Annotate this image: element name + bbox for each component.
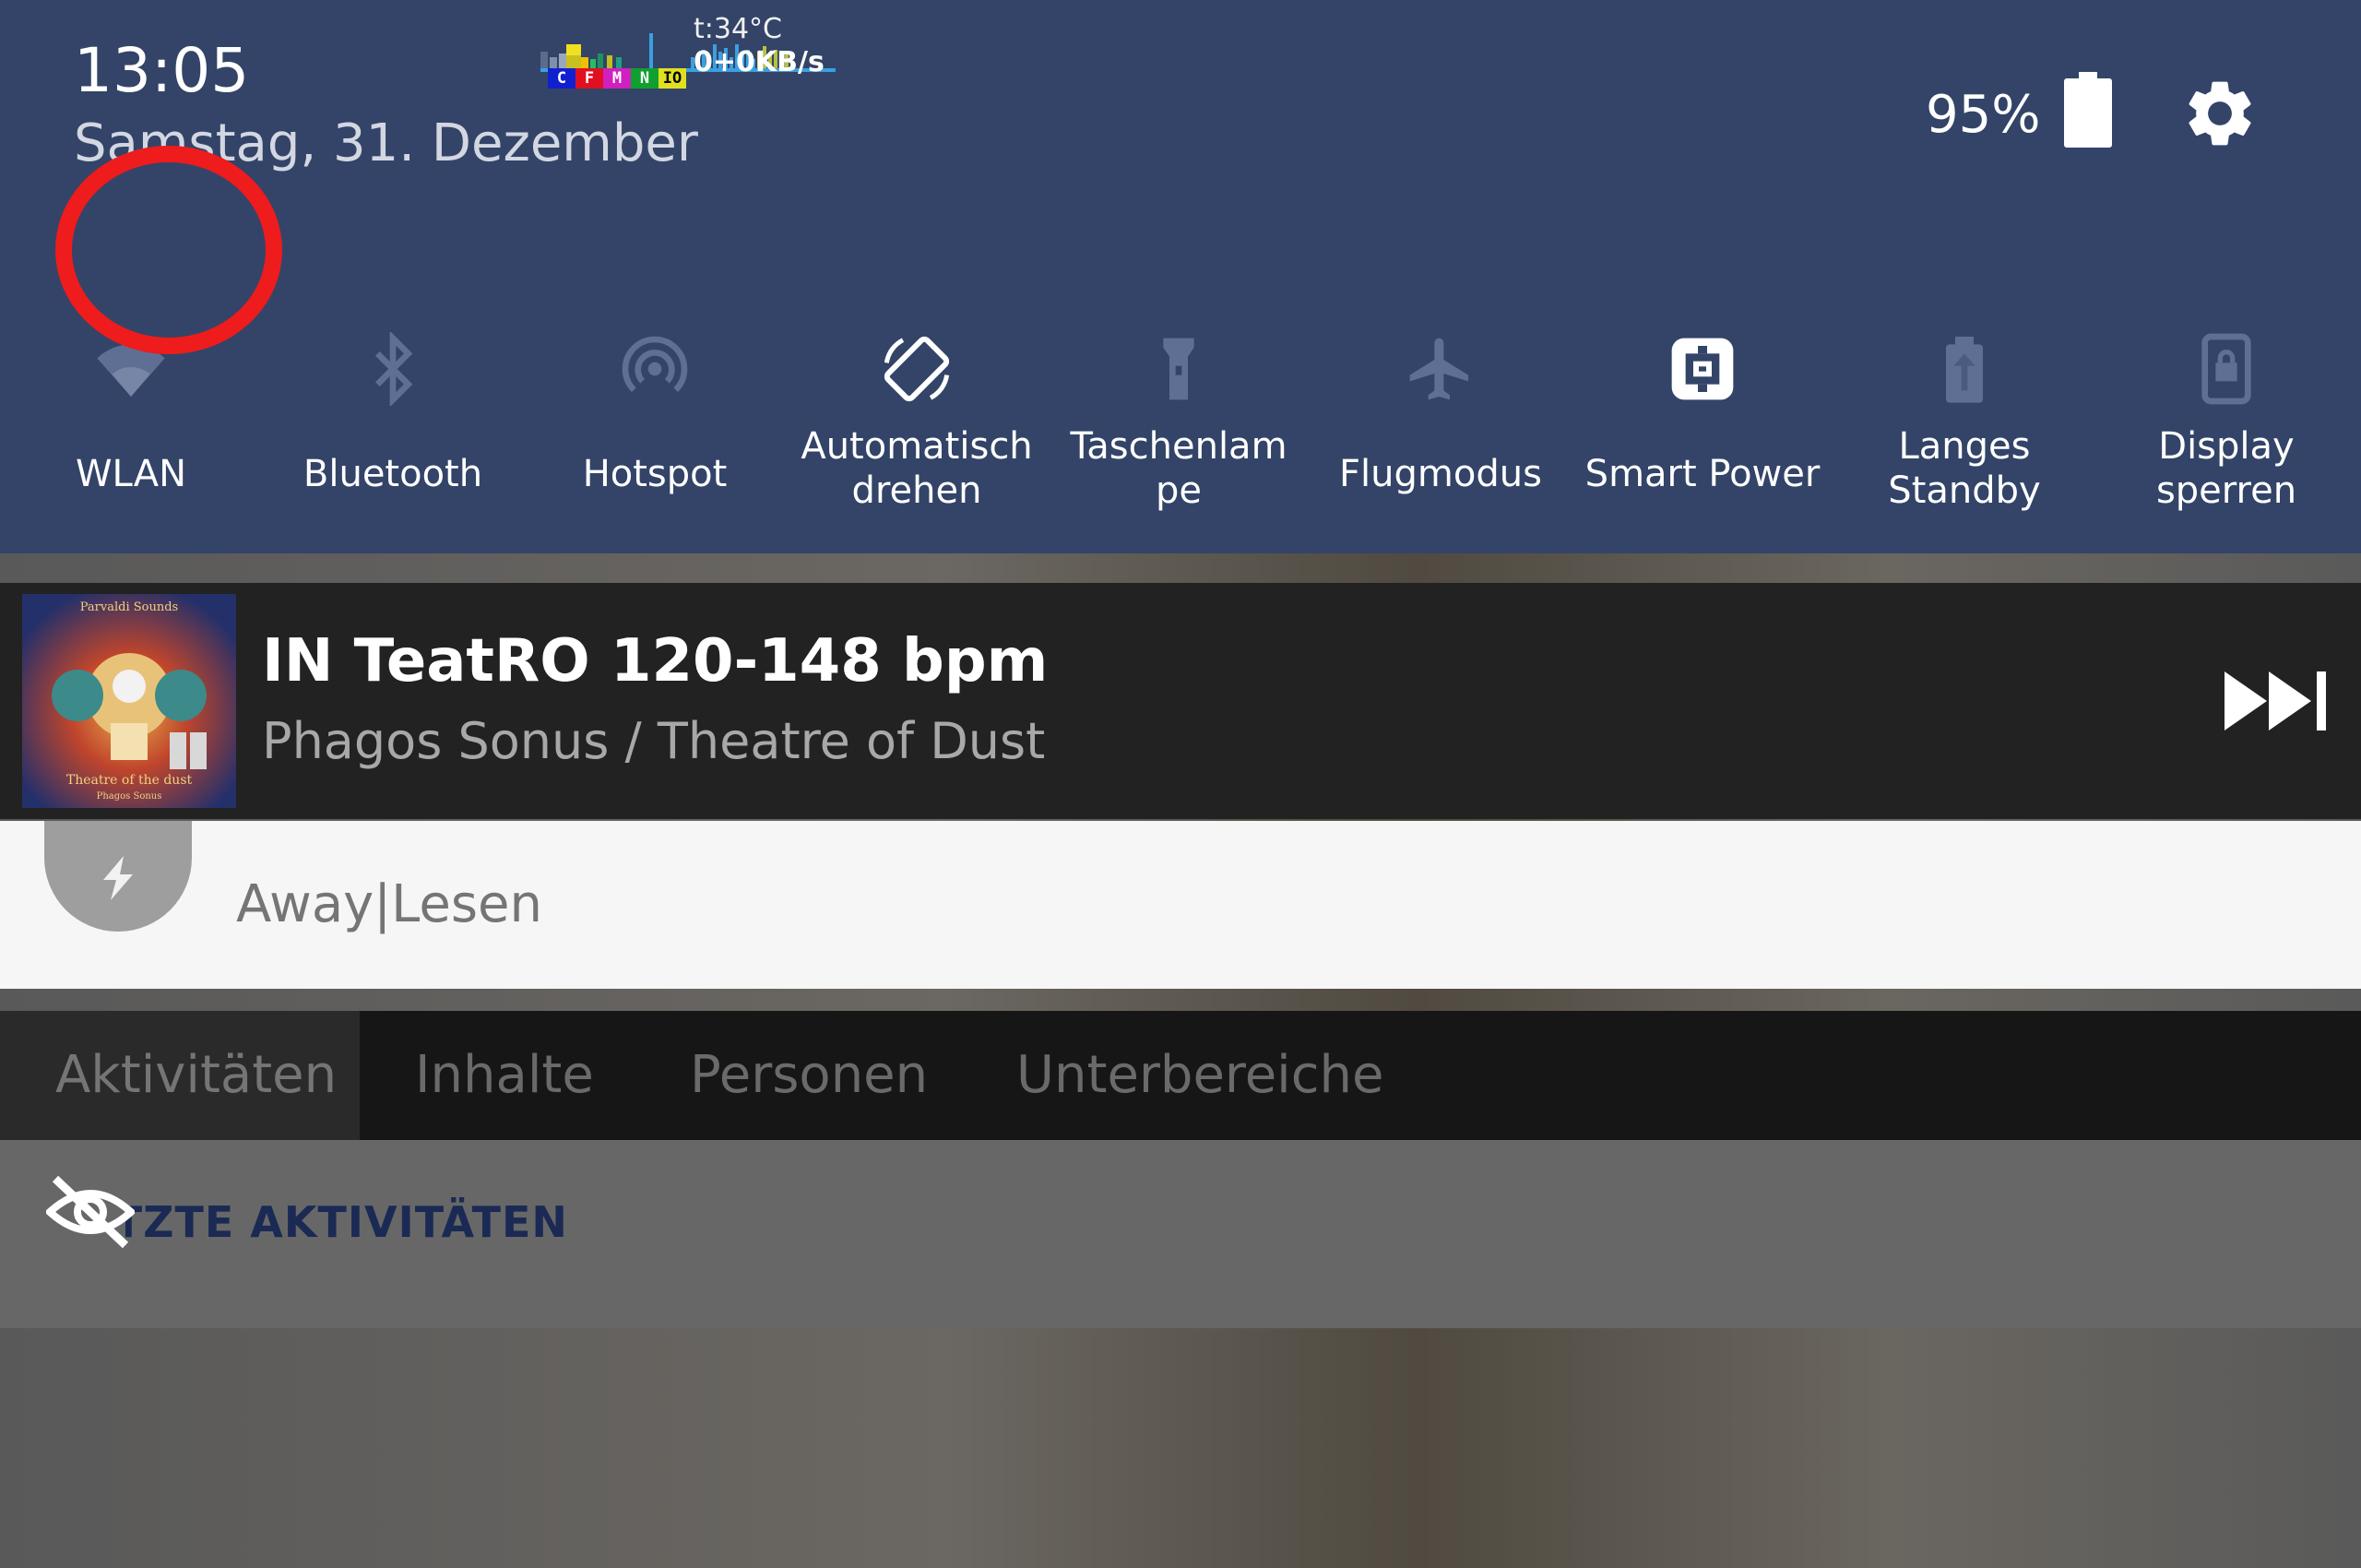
tile-smart-power[interactable]: Smart Power bbox=[1572, 314, 1833, 535]
tile-label-line: Display bbox=[2158, 425, 2295, 468]
track-title: IN TeatRO 120-148 bpm bbox=[262, 627, 1049, 695]
tile-bluetooth[interactable]: Bluetooth bbox=[262, 314, 524, 535]
tile-label: Bluetooth bbox=[303, 453, 483, 495]
core-label: F bbox=[575, 68, 603, 89]
tile-label-line: Langes bbox=[1898, 425, 2031, 468]
skip-next-icon[interactable] bbox=[2223, 670, 2331, 732]
quick-settings-panel: 13:05 Samstag, 31. Dezember C F M N IO t… bbox=[0, 0, 2361, 553]
tab-subareas[interactable]: Unterbereiche bbox=[1016, 1011, 1383, 1140]
tile-label-line: Standby bbox=[1888, 469, 2041, 512]
clock: 13:05 bbox=[74, 35, 250, 106]
network-readout: 0+0KB/s bbox=[694, 46, 825, 78]
standby-icon bbox=[1946, 337, 1983, 403]
app-notification[interactable]: Away|Lesen bbox=[0, 821, 2361, 989]
temperature-readout: t:34°C bbox=[694, 13, 782, 45]
tile-label: Automatisch drehen bbox=[786, 424, 1048, 513]
tile-label: Flugmodus bbox=[1339, 453, 1542, 495]
album-art: Parvaldi Sounds Theatre of the dust Phag… bbox=[22, 594, 236, 808]
tile-label-line: sperren bbox=[2155, 469, 2297, 512]
auto-rotate-icon bbox=[884, 336, 950, 402]
tile-label: Taschenlam pe bbox=[1048, 424, 1310, 513]
core-label: IO bbox=[658, 68, 686, 89]
core-label: M bbox=[603, 68, 631, 89]
tile-label: Display sperren bbox=[2095, 424, 2357, 513]
tab-activities[interactable]: Aktivitäten bbox=[0, 1011, 360, 1140]
hotspot-icon bbox=[622, 336, 688, 393]
core-label: C bbox=[548, 68, 575, 89]
album-text: Parvaldi Sounds bbox=[80, 600, 178, 614]
gear-icon[interactable] bbox=[2180, 74, 2260, 153]
quick-tiles: WLAN Bluetooth Hotspot Automatisch drehe… bbox=[0, 314, 2361, 535]
notification-text: Away|Lesen bbox=[236, 874, 542, 934]
album-text: Theatre of the dust bbox=[66, 773, 193, 788]
bluetooth-icon bbox=[374, 332, 413, 406]
battery-percentage: 95% bbox=[1926, 85, 2041, 145]
tab-contents[interactable]: Inhalte bbox=[415, 1011, 594, 1140]
album-text: Phagos Sonus bbox=[97, 791, 162, 802]
tile-label-line: pe bbox=[1156, 469, 1202, 512]
tile-lock-display[interactable]: Display sperren bbox=[2095, 314, 2357, 535]
tab-bar: Aktivitäten Inhalte Personen Unterbereic… bbox=[0, 1011, 2361, 1140]
lock-display-icon bbox=[2201, 333, 2251, 405]
highlight-ring bbox=[55, 146, 282, 354]
tile-label: Hotspot bbox=[582, 453, 728, 495]
recent-activities-section: LETZTE AKTIVITÄTEN bbox=[0, 1140, 2361, 1328]
tile-label: Smart Power bbox=[1584, 453, 1821, 495]
tile-long-standby[interactable]: Langes Standby bbox=[1833, 314, 2095, 535]
tile-label-line: Taschenlam bbox=[1070, 425, 1287, 468]
smart-power-icon bbox=[1671, 338, 1734, 400]
lightning-icon bbox=[44, 821, 192, 932]
system-monitor-widget: C F M N IO t:34°C 0+0KB/s bbox=[539, 13, 852, 90]
tile-label: WLAN bbox=[75, 453, 187, 495]
tile-airplane[interactable]: Flugmodus bbox=[1310, 314, 1572, 535]
media-notification[interactable]: Parvaldi Sounds Theatre of the dust Phag… bbox=[0, 583, 2361, 819]
tile-auto-rotate[interactable]: Automatisch drehen bbox=[786, 314, 1048, 535]
tab-people[interactable]: Personen bbox=[690, 1011, 928, 1140]
tile-label-line: drehen bbox=[851, 469, 982, 512]
airplane-icon bbox=[1409, 338, 1468, 400]
cpu-core-labels: C F M N IO bbox=[548, 68, 686, 89]
tile-label: Langes Standby bbox=[1833, 424, 2095, 513]
hidden-eye-icon[interactable] bbox=[46, 1173, 135, 1251]
tile-label-line: Automatisch bbox=[801, 425, 1033, 468]
battery-icon bbox=[2064, 72, 2112, 148]
tile-hotspot[interactable]: Hotspot bbox=[524, 314, 786, 535]
track-artist-album: Phagos Sonus / Theatre of Dust bbox=[262, 712, 1046, 770]
tile-flashlight[interactable]: Taschenlam pe bbox=[1048, 314, 1310, 535]
flashlight-icon bbox=[1163, 338, 1194, 400]
core-label: N bbox=[631, 68, 658, 89]
